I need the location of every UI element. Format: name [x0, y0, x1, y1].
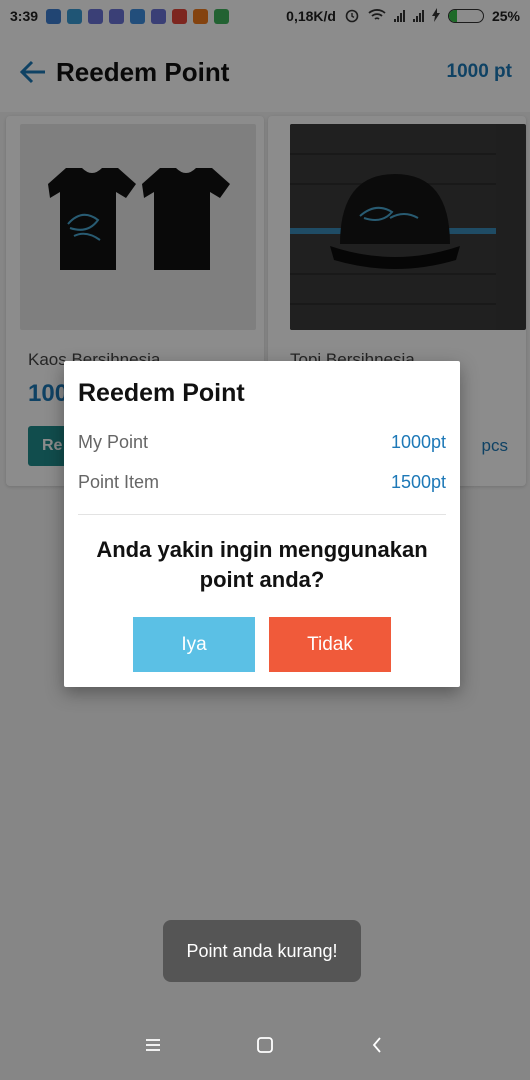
system-nav-bar — [0, 1010, 530, 1080]
yes-button[interactable]: Iya — [133, 617, 255, 672]
back-icon[interactable] — [366, 1034, 388, 1056]
item-point-row: Point Item 1500pt — [78, 462, 446, 502]
my-point-value: 1000pt — [390, 431, 446, 452]
confirm-question: Anda yakin ingin menggunakan point anda? — [96, 537, 428, 592]
divider — [78, 514, 446, 515]
redeem-dialog: Reedem Point My Point 1000pt Point Item … — [64, 361, 460, 687]
dialog-title: Reedem Point — [78, 379, 245, 407]
home-icon[interactable] — [254, 1034, 276, 1056]
my-point-label: My Point — [78, 431, 149, 452]
my-point-row: My Point 1000pt — [78, 422, 446, 462]
toast-message: Point anda kurang! — [163, 920, 361, 982]
dialog-actions: Iya Tidak — [78, 617, 446, 672]
item-point-value: 1500pt — [390, 471, 446, 492]
no-button[interactable]: Tidak — [269, 617, 391, 672]
item-point-label: Point Item — [78, 471, 160, 492]
menu-icon[interactable] — [142, 1034, 164, 1056]
